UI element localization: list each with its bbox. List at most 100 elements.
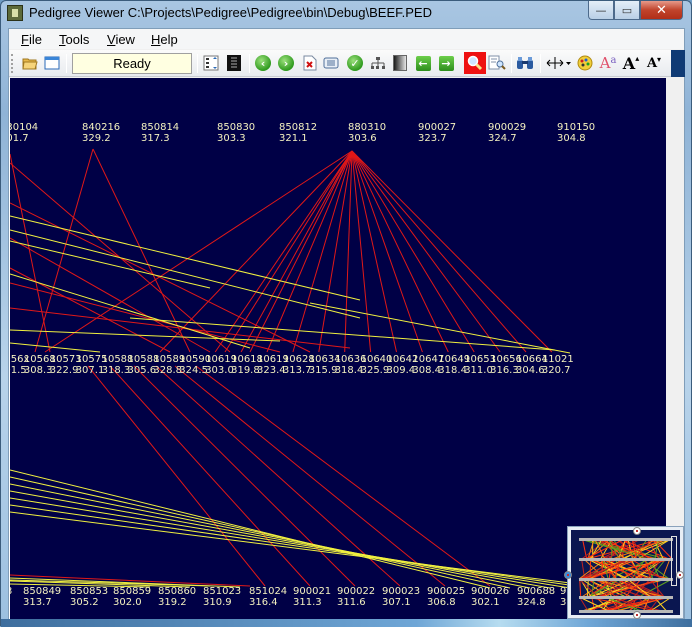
navigator-row-bar (579, 610, 673, 613)
window-title: Pedigree Viewer C:\Projects\Pedigree\Ped… (29, 5, 432, 20)
color-palette-icon[interactable] (576, 54, 594, 72)
dam-link-line (310, 303, 570, 353)
properties-icon[interactable] (322, 54, 340, 72)
maximize-button[interactable]: ▭ (614, 1, 640, 20)
dam-link-line (10, 470, 490, 588)
binoculars-icon[interactable] (516, 54, 534, 72)
navigator-row-bar (579, 558, 673, 561)
sire-link-line (352, 151, 526, 352)
delete-document-icon[interactable] (301, 54, 319, 72)
menu-help[interactable]: Help (151, 32, 178, 47)
zoom-tool-button[interactable] (464, 52, 486, 74)
toolbar-separator (511, 54, 512, 73)
window-icon[interactable] (43, 54, 61, 72)
hierarchy-icon[interactable] (369, 54, 387, 72)
close-button[interactable]: ✕ (640, 1, 683, 20)
sire-link-line (352, 151, 448, 352)
bottom-node-851024[interactable]: 851024 316.4 (249, 586, 287, 608)
zoom-page-icon[interactable] (488, 54, 506, 72)
sire-link-line (345, 151, 352, 352)
menu-help-label: Help (151, 32, 178, 47)
bottom-node-9[interactable]: 9 3 (560, 586, 566, 608)
toolbar-grip[interactable] (11, 54, 14, 73)
font-increase-icon[interactable]: A▴ (622, 54, 640, 72)
font-decrease-icon[interactable]: A▾ (645, 54, 663, 72)
bottom-node-900688[interactable]: 900688 324.8 (517, 586, 555, 608)
top-node-850812[interactable]: 850812 321.1 (279, 122, 317, 144)
font-color-icon[interactable]: Aa (598, 54, 618, 72)
navigator-left-handle[interactable] (564, 571, 572, 579)
top-node-910150[interactable]: 910150 304.8 (557, 122, 595, 144)
bottom-node-900022[interactable]: 900022 311.6 (337, 586, 375, 608)
resize-horizontal-button[interactable] (546, 54, 572, 72)
sire-link-line (352, 151, 422, 352)
navigator-thumbnail (571, 530, 680, 615)
top-node-900027[interactable]: 900027 323.7 (418, 122, 456, 144)
bottom-node-851023[interactable]: 851023 310.9 (203, 586, 241, 608)
sire-link-line (267, 151, 352, 352)
overview-navigator[interactable] (567, 526, 684, 619)
dam-link-line (10, 274, 250, 348)
top-node-830104[interactable]: 830104 301.7 (9, 122, 38, 144)
open-folder-icon[interactable] (21, 54, 39, 72)
dam-link-line (130, 318, 555, 350)
top-node-840216[interactable]: 840216 329.2 (82, 122, 120, 144)
navigator-right-handle[interactable] (676, 571, 684, 579)
title-bar[interactable]: Pedigree Viewer C:\Projects\Pedigree\Ped… (1, 1, 691, 27)
zoom-icon (467, 55, 483, 71)
bottom-node-850859[interactable]: 850859 302.0 (113, 586, 151, 608)
dam-link-line (10, 343, 100, 352)
toolbar: Ready ‹ › ✓ ← → (9, 50, 684, 77)
layout-list-icon[interactable] (202, 54, 220, 72)
bottom-node-850853[interactable]: 850853 305.2 (70, 586, 108, 608)
sire-link-line (134, 366, 355, 586)
bottom-node-850849[interactable]: 850849 313.7 (23, 586, 61, 608)
bottom-node-900025[interactable]: 900025 306.8 (427, 586, 465, 608)
resize-horizontal-icon (546, 56, 572, 70)
toolbar-separator (540, 54, 541, 73)
menu-view[interactable]: View (107, 32, 135, 47)
navigator-viewport[interactable] (671, 536, 677, 586)
navigator-row-bar (579, 596, 673, 599)
bottom-node-900026[interactable]: 900026 302.1 (471, 586, 509, 608)
black-list-icon[interactable] (225, 54, 243, 72)
bottom-node-900021[interactable]: 900021 311.3 (293, 586, 331, 608)
sire-link-line (160, 151, 352, 352)
top-node-880310[interactable]: 880310 303.6 (348, 122, 386, 144)
sire-link-line (175, 366, 445, 586)
navigator-preview (571, 530, 680, 615)
toolbar-overflow[interactable] (671, 50, 685, 77)
bottom-node-900023[interactable]: 900023 307.1 (382, 586, 420, 608)
check-icon[interactable]: ✓ (346, 54, 364, 72)
app-window: Pedigree Viewer C:\Projects\Pedigree\Ped… (0, 0, 692, 626)
app-icon[interactable] (7, 5, 23, 21)
toolbar-separator (249, 54, 250, 73)
sire-link-line (352, 151, 371, 352)
sire-link-line (110, 366, 310, 586)
menu-file[interactable]: File (21, 32, 42, 47)
navigator-bottom-handle[interactable] (633, 611, 641, 619)
left-arrow-icon[interactable]: ← (414, 54, 432, 72)
close-icon: ✕ (656, 3, 667, 18)
bottom-node-3[interactable]: 3 (9, 586, 12, 597)
dam-link-line (10, 491, 550, 588)
bottom-node-850860[interactable]: 850860 319.2 (158, 586, 196, 608)
menu-tools[interactable]: Tools (59, 32, 89, 47)
sire-link-line (10, 268, 170, 352)
middle-node-11021[interactable]: 11021 320.7 (542, 354, 574, 376)
dam-link-line (10, 477, 510, 588)
dam-link-line (10, 216, 360, 300)
gradient-icon[interactable] (391, 54, 409, 72)
minimize-button[interactable]: — (588, 1, 614, 20)
top-node-850814[interactable]: 850814 317.3 (141, 122, 179, 144)
back-icon[interactable]: ‹ (254, 54, 272, 72)
dam-link-line (10, 498, 570, 588)
sire-link-line (10, 154, 50, 352)
right-arrow-icon[interactable]: → (437, 54, 455, 72)
sire-link-line (352, 151, 552, 352)
sire-link-line (215, 151, 352, 352)
top-node-900029[interactable]: 900029 324.7 (488, 122, 526, 144)
top-node-850830[interactable]: 850830 303.3 (217, 122, 255, 144)
navigator-top-handle[interactable] (633, 527, 641, 535)
forward-icon[interactable]: › (277, 54, 295, 72)
